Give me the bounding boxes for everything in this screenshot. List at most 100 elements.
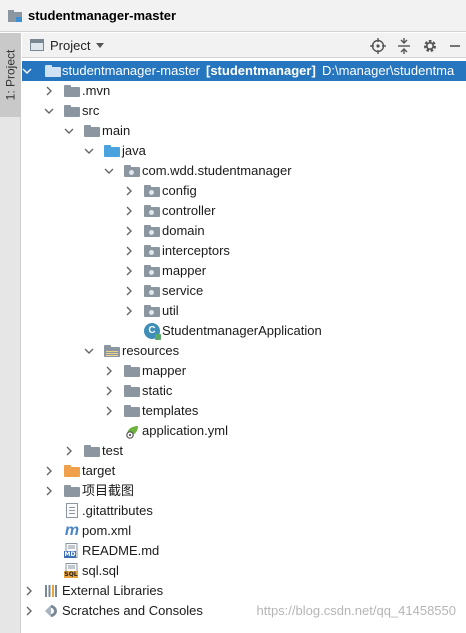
tree-row-resources[interactable]: resources bbox=[22, 341, 466, 361]
folder-icon bbox=[84, 445, 100, 457]
tree-row-config[interactable]: config bbox=[22, 181, 466, 201]
tree-row-domain[interactable]: domain bbox=[22, 221, 466, 241]
tree-row-readme[interactable]: MD README.md bbox=[22, 541, 466, 561]
chevron-down-icon[interactable] bbox=[84, 141, 94, 161]
tree-row-screenshots[interactable]: 项目截图 bbox=[22, 481, 466, 501]
tree-row-test[interactable]: test bbox=[22, 441, 466, 461]
tree-item-label: README.md bbox=[82, 543, 160, 558]
tree-row-package[interactable]: com.wdd.studentmanager bbox=[22, 161, 466, 181]
root-module-name: [studentmanager] bbox=[206, 63, 316, 78]
tree-row-src[interactable]: src bbox=[22, 101, 466, 121]
tree-row-main[interactable]: main bbox=[22, 121, 466, 141]
chevron-right-icon[interactable] bbox=[24, 581, 34, 601]
source-folder-icon bbox=[104, 145, 120, 157]
tree-item-label: static bbox=[142, 383, 173, 398]
tree-row-controller[interactable]: controller bbox=[22, 201, 466, 221]
package-icon bbox=[144, 305, 160, 317]
tree-item-label: templates bbox=[142, 403, 199, 418]
chevron-right-icon[interactable] bbox=[104, 381, 114, 401]
window-title: studentmanager-master bbox=[28, 8, 177, 23]
tree-item-label: .mvn bbox=[82, 83, 111, 98]
chevron-right-icon[interactable] bbox=[44, 81, 54, 101]
module-folder-icon bbox=[45, 65, 61, 77]
chevron-right-icon[interactable] bbox=[24, 601, 34, 621]
project-tool-tab-label: 1: Project bbox=[3, 49, 18, 101]
tree-row-util[interactable]: util bbox=[22, 301, 466, 321]
markdown-file-icon: MD bbox=[64, 543, 80, 559]
project-folder-icon bbox=[8, 9, 22, 22]
chevron-right-icon[interactable] bbox=[124, 281, 134, 301]
tree-row-mvn[interactable]: .mvn bbox=[22, 81, 466, 101]
chevron-down-icon[interactable] bbox=[64, 121, 74, 141]
package-icon bbox=[144, 185, 160, 197]
tree-item-label: java bbox=[122, 143, 146, 158]
tree-row-service[interactable]: service bbox=[22, 281, 466, 301]
chevron-right-icon[interactable] bbox=[124, 241, 134, 261]
chevron-down-icon[interactable] bbox=[84, 341, 94, 361]
spring-config-icon bbox=[124, 423, 140, 439]
chevron-down-icon[interactable] bbox=[96, 42, 105, 48]
chevron-right-icon[interactable] bbox=[104, 401, 114, 421]
tree-item-label: test bbox=[102, 443, 123, 458]
tree-row-java[interactable]: java bbox=[22, 141, 466, 161]
chevron-right-icon[interactable] bbox=[44, 461, 54, 481]
excluded-folder-icon bbox=[64, 465, 80, 477]
chevron-down-icon[interactable] bbox=[44, 101, 54, 121]
tree-row-mapper[interactable]: mapper bbox=[22, 261, 466, 281]
tree-row-target[interactable]: target bbox=[22, 461, 466, 481]
watermark-text: https://blog.csdn.net/qq_41458550 bbox=[256, 603, 457, 618]
package-icon bbox=[144, 285, 160, 297]
tree-row-external-libraries[interactable]: External Libraries bbox=[22, 581, 466, 601]
folder-icon bbox=[124, 385, 140, 397]
tree-row-sql[interactable]: SQL sql.sql bbox=[22, 561, 466, 581]
tree-item-label: util bbox=[162, 303, 179, 318]
tree-row-pom[interactable]: m pom.xml bbox=[22, 521, 466, 541]
folder-icon bbox=[124, 405, 140, 417]
tree-item-label: External Libraries bbox=[62, 583, 164, 598]
chevron-right-icon[interactable] bbox=[104, 361, 114, 381]
package-icon bbox=[144, 205, 160, 217]
tree-item-label: service bbox=[162, 283, 204, 298]
root-project-name: studentmanager-master bbox=[62, 63, 201, 78]
chevron-down-icon[interactable] bbox=[22, 61, 32, 81]
project-tool-tab[interactable]: 1: Project bbox=[0, 33, 21, 117]
hide-panel-icon[interactable] bbox=[448, 38, 462, 54]
tree-row-interceptors[interactable]: interceptors bbox=[22, 241, 466, 261]
tree-row-static[interactable]: static bbox=[22, 381, 466, 401]
java-class-icon: C bbox=[144, 323, 161, 340]
tree-row-application-yml[interactable]: application.yml bbox=[22, 421, 466, 441]
tree-item-label: application.yml bbox=[142, 423, 228, 438]
chevron-right-icon[interactable] bbox=[64, 441, 74, 461]
collapse-all-icon[interactable] bbox=[396, 37, 412, 54]
package-icon bbox=[144, 265, 160, 277]
title-bar: studentmanager-master bbox=[0, 0, 466, 32]
gear-icon[interactable] bbox=[422, 38, 438, 54]
chevron-right-icon[interactable] bbox=[124, 301, 134, 321]
tree-item-label: src bbox=[82, 103, 100, 118]
resources-folder-icon bbox=[104, 345, 120, 357]
package-icon bbox=[144, 245, 160, 257]
view-selector-label[interactable]: Project bbox=[50, 38, 90, 53]
tree-row-application-class[interactable]: C StudentmanagerApplication bbox=[22, 321, 466, 341]
tree-item-label: domain bbox=[162, 223, 205, 238]
sql-tag: SQL bbox=[64, 571, 78, 578]
chevron-down-icon[interactable] bbox=[104, 161, 114, 181]
locate-icon[interactable] bbox=[370, 37, 386, 54]
tree-item-label: com.wdd.studentmanager bbox=[142, 163, 292, 178]
chevron-right-icon[interactable] bbox=[124, 221, 134, 241]
tree-item-label: main bbox=[102, 123, 131, 138]
folder-icon bbox=[84, 125, 100, 137]
library-icon bbox=[44, 584, 58, 598]
tree-row-gitattributes[interactable]: .gitattributes bbox=[22, 501, 466, 521]
tree-row-root[interactable]: studentmanager-master [studentmanager] D… bbox=[22, 61, 466, 81]
project-tree[interactable]: studentmanager-master [studentmanager] D… bbox=[22, 59, 466, 633]
tree-item-label: .gitattributes bbox=[82, 503, 153, 518]
tree-item-label: pom.xml bbox=[82, 523, 132, 538]
tree-row-res-mapper[interactable]: mapper bbox=[22, 361, 466, 381]
tree-row-templates[interactable]: templates bbox=[22, 401, 466, 421]
chevron-right-icon[interactable] bbox=[44, 481, 54, 501]
chevron-right-icon[interactable] bbox=[124, 261, 134, 281]
text-file-icon bbox=[66, 503, 78, 518]
chevron-right-icon[interactable] bbox=[124, 201, 134, 221]
chevron-right-icon[interactable] bbox=[124, 181, 134, 201]
